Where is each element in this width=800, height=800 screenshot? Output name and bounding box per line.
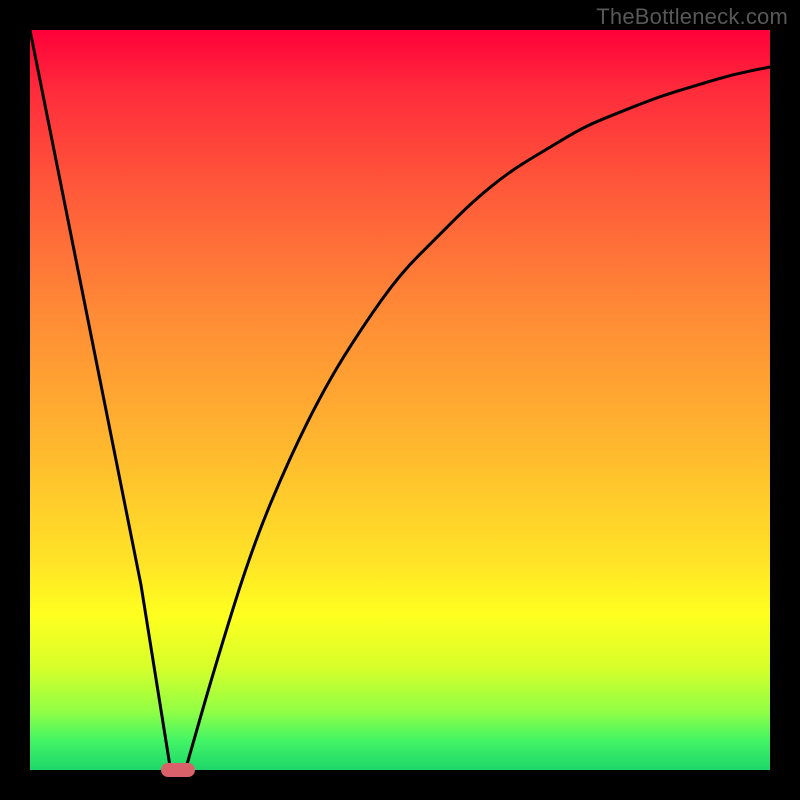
minimum-marker	[161, 763, 195, 777]
curve-path	[30, 30, 770, 770]
plot-area	[30, 30, 770, 770]
chart-frame: TheBottleneck.com	[0, 0, 800, 800]
bottleneck-curve	[30, 30, 770, 770]
watermark-text: TheBottleneck.com	[596, 4, 788, 30]
